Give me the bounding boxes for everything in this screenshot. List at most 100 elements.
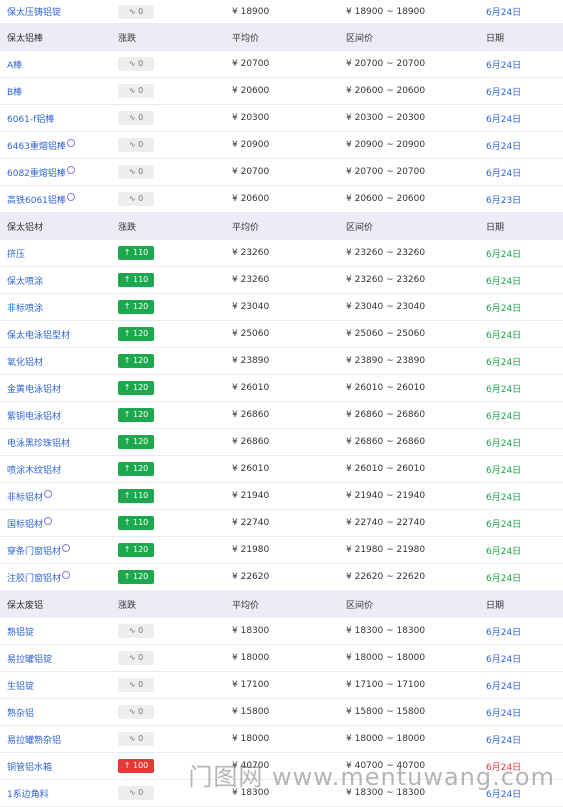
table-row: 挤压 ↑ 110 ¥ 23260 ¥ 23260 ~ 23260 6月24日 — [0, 240, 563, 267]
column-header-name: 保太铝棒 — [7, 33, 44, 44]
table-row: 非标喷涂 ↑ 120 ¥ 23040 ¥ 23040 ~ 23040 6月24日 — [0, 294, 563, 321]
avg-price: ¥ 23260 — [232, 275, 270, 285]
product-link[interactable]: 易拉罐铝锭 — [7, 652, 52, 665]
date-text: 6月24日 — [486, 60, 522, 71]
column-header-name: 保太废铝 — [7, 600, 44, 611]
range-price: ¥ 23260 ~ 23260 — [346, 275, 426, 285]
product-link[interactable]: 6082重熔铝棒 — [7, 166, 66, 179]
date-text: 6月24日 — [486, 573, 522, 584]
date-text: 6月24日 — [486, 411, 522, 422]
watermark-text: 门图网 www.mentuwang.com — [188, 763, 555, 791]
change-badge: ∿ 0 — [118, 678, 154, 692]
product-link[interactable]: 熟铝锭 — [7, 625, 34, 638]
product-link[interactable]: 高铁6061铝棒 — [7, 193, 66, 206]
column-header-name: 保太铝材 — [7, 222, 44, 233]
info-mark-icon — [66, 165, 75, 174]
table-row: 易拉罐铝锭 ∿ 0 ¥ 18000 ¥ 18000 ~ 18000 6月24日 — [0, 645, 563, 672]
product-link[interactable]: 铜管铝水箱 — [7, 760, 52, 773]
column-header-date: 日期 — [486, 600, 505, 611]
product-link[interactable]: 保太电泳铝型材 — [7, 328, 70, 341]
avg-price: ¥ 23040 — [232, 302, 270, 312]
table-row: 保太压铸铝锭 ∿ 0 ¥ 18900 ¥ 18900 ~ 18900 6月24日 — [0, 0, 563, 24]
product-link[interactable]: 穿条门窗铝材 — [7, 544, 61, 557]
range-price: ¥ 22740 ~ 22740 — [346, 518, 426, 528]
avg-price: ¥ 22740 — [232, 518, 270, 528]
product-link[interactable]: 非标铝材 — [7, 490, 43, 503]
change-badge: ↑ 120 — [118, 570, 154, 584]
avg-price: ¥ 21940 — [232, 491, 270, 501]
date-text: 6月24日 — [486, 8, 522, 18]
avg-price: ¥ 26860 — [232, 410, 270, 420]
section-header: 保太铝材 涨跌 平均价 区间价 日期 — [0, 213, 563, 240]
change-badge: ↑ 110 — [118, 246, 154, 260]
product-link[interactable]: 注胶门窗铝材 — [7, 571, 61, 584]
change-badge: ↑ 120 — [118, 408, 154, 422]
avg-price: ¥ 26860 — [232, 437, 270, 447]
change-badge: ↑ 120 — [118, 543, 154, 557]
date-text: 6月23日 — [486, 195, 522, 206]
section-header: 保太铝棒 涨跌 平均价 区间价 日期 — [0, 24, 563, 51]
range-price: ¥ 23040 ~ 23040 — [346, 302, 426, 312]
table-row: 熟铝锭 ∿ 0 ¥ 18300 ¥ 18300 ~ 18300 6月24日 — [0, 618, 563, 645]
change-badge: ↑ 120 — [118, 462, 154, 476]
date-text: 6月24日 — [486, 141, 522, 152]
date-text: 6月24日 — [486, 519, 522, 530]
change-badge: ∿ 0 — [118, 786, 154, 800]
price-table: 保太压铸铝锭 ∿ 0 ¥ 18900 ¥ 18900 ~ 18900 6月24日… — [0, 0, 563, 807]
range-price: ¥ 18900 ~ 18900 — [346, 6, 426, 17]
product-link[interactable]: B棒 — [7, 85, 22, 98]
product-link[interactable]: 易拉罐熟杂铝 — [7, 733, 61, 746]
range-price: ¥ 20600 ~ 20600 — [346, 194, 426, 204]
avg-price: ¥ 18000 — [232, 734, 270, 744]
table-row: 保太喷涂 ↑ 110 ¥ 23260 ¥ 23260 ~ 23260 6月24日 — [0, 267, 563, 294]
change-badge: ↑ 110 — [118, 273, 154, 287]
change-badge: ↑ 100 — [118, 759, 154, 773]
change-badge: ∿ 0 — [118, 732, 154, 746]
product-link[interactable]: 保太压铸铝锭 — [7, 5, 61, 18]
product-link[interactable]: 电泳黑珍珠铝材 — [7, 436, 70, 449]
product-link[interactable]: 喷涂木纹铝材 — [7, 463, 61, 476]
range-price: ¥ 20700 ~ 20700 — [346, 167, 426, 177]
table-row: 高铁6061铝棒 ∿ 0 ¥ 20600 ¥ 20600 ~ 20600 6月23日 — [0, 186, 563, 213]
product-link[interactable]: 金黄电泳铝材 — [7, 382, 61, 395]
column-header-avg: 平均价 — [232, 600, 260, 611]
table-row: 注胶门窗铝材 ↑ 120 ¥ 22620 ¥ 22620 ~ 22620 6月24日 — [0, 564, 563, 591]
avg-price: ¥ 20300 — [232, 113, 270, 123]
change-badge: ∿ 0 — [118, 111, 154, 125]
change-badge: ↑ 120 — [118, 435, 154, 449]
table-row: 国标铝材 ↑ 110 ¥ 22740 ¥ 22740 ~ 22740 6月24日 — [0, 510, 563, 537]
product-link[interactable]: 氧化铝材 — [7, 355, 43, 368]
product-link[interactable]: 6061-f铝棒 — [7, 112, 54, 125]
avg-price: ¥ 18300 — [232, 626, 270, 636]
product-link[interactable]: 非标喷涂 — [7, 301, 43, 314]
range-price: ¥ 25060 ~ 25060 — [346, 329, 426, 339]
avg-price: ¥ 18900 — [232, 6, 270, 17]
change-badge: ↑ 120 — [118, 327, 154, 341]
column-header-range: 区间价 — [346, 600, 374, 611]
product-link[interactable]: 紫铜电泳铝材 — [7, 409, 61, 422]
product-link[interactable]: 生铝锭 — [7, 679, 34, 692]
change-badge: ↑ 120 — [118, 354, 154, 368]
product-link[interactable]: 6463重熔铝棒 — [7, 139, 66, 152]
range-price: ¥ 20600 ~ 20600 — [346, 86, 426, 96]
product-link[interactable]: 1系边角料 — [7, 787, 49, 800]
column-header-avg: 平均价 — [232, 222, 260, 233]
table-row: 非标铝材 ↑ 110 ¥ 21940 ¥ 21940 ~ 21940 6月24日 — [0, 483, 563, 510]
change-badge: ∿ 0 — [118, 624, 154, 638]
range-price: ¥ 18000 ~ 18000 — [346, 653, 426, 663]
date-text: 6月24日 — [486, 114, 522, 125]
section-header: 保太废铝 涨跌 平均价 区间价 日期 — [0, 591, 563, 618]
avg-price: ¥ 15800 — [232, 707, 270, 717]
product-link[interactable]: 保太喷涂 — [7, 274, 43, 287]
product-link[interactable]: 熟杂铝 — [7, 706, 34, 719]
column-header-date: 日期 — [486, 33, 505, 44]
table-row: 6082重熔铝棒 ∿ 0 ¥ 20700 ¥ 20700 ~ 20700 6月24日 — [0, 159, 563, 186]
column-header-range: 区间价 — [346, 222, 374, 233]
product-link[interactable]: A棒 — [7, 58, 22, 71]
range-price: ¥ 26860 ~ 26860 — [346, 410, 426, 420]
column-header-date: 日期 — [486, 222, 505, 233]
product-link[interactable]: 国标铝材 — [7, 517, 43, 530]
product-link[interactable]: 挤压 — [7, 247, 25, 260]
change-badge: ∿ 0 — [118, 651, 154, 665]
change-badge: ∿ 0 — [118, 138, 154, 152]
